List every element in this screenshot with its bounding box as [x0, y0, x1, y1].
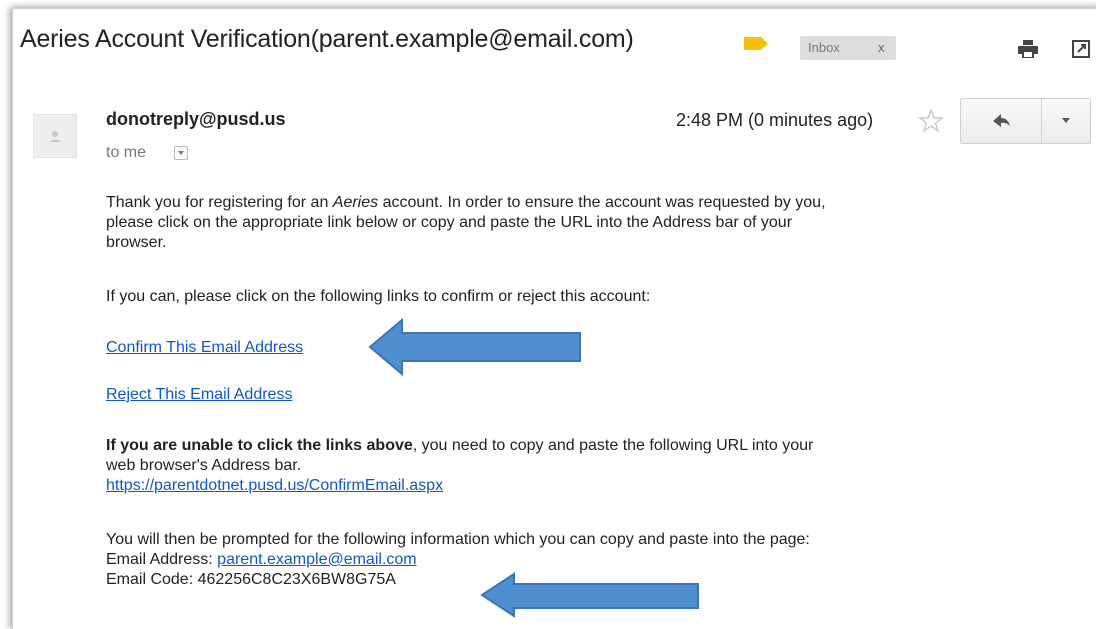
reject-email-link[interactable]: Reject This Email Address	[106, 385, 292, 405]
inbox-label-text: Inbox	[808, 40, 840, 55]
arrow-icon	[368, 318, 581, 376]
reply-button[interactable]	[960, 98, 1042, 144]
email-address-link[interactable]: parent.example@email.com	[217, 551, 416, 568]
confirm-email-link[interactable]: Confirm This Email Address	[106, 338, 303, 358]
remove-label-button[interactable]: x	[878, 36, 885, 60]
avatar	[33, 114, 77, 158]
recipient-details-dropdown[interactable]	[174, 146, 188, 160]
body-paragraph-2: If you can, please click on the followin…	[106, 288, 651, 305]
more-actions-dropdown[interactable]	[1041, 98, 1091, 144]
body-paragraph-3: If you are unable to click the links abo…	[106, 437, 814, 494]
email-subject: Aeries Account Verification(parent.examp…	[20, 25, 634, 53]
recipient-line: to me	[106, 144, 147, 161]
email-code-value: 462256C8C23X6BW8G75A	[197, 571, 396, 588]
print-icon[interactable]	[1018, 40, 1038, 58]
reply-icon	[993, 114, 1010, 127]
email-timestamp: 2:48 PM (0 minutes ago)	[676, 110, 874, 130]
popout-icon[interactable]	[1072, 40, 1090, 58]
star-icon[interactable]	[918, 108, 944, 134]
arrow-icon-code	[480, 572, 699, 618]
sender-address[interactable]: donotreply@pusd.us	[106, 109, 286, 130]
body-paragraph-1: Thank you for registering for an Aeries …	[106, 194, 826, 251]
body-paragraph-4: You will then be prompted for the follow…	[106, 531, 810, 588]
confirm-url-link[interactable]: https://parentdotnet.pusd.us/ConfirmEmai…	[106, 477, 443, 494]
inbox-label[interactable]: Inbox x	[800, 36, 896, 60]
importance-marker-icon[interactable]	[744, 37, 768, 50]
avatar-icon	[49, 131, 61, 142]
